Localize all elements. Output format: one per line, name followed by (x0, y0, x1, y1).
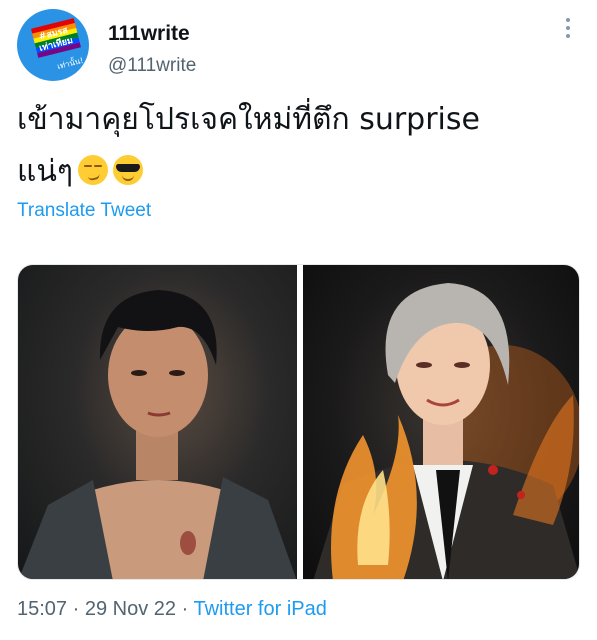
user-handle[interactable]: @111write (108, 55, 196, 77)
media-grid (17, 264, 580, 580)
avatar-subtext: เท่านั้น! (56, 55, 85, 72)
tweet-text-line-2: แน่ๆ (17, 146, 577, 198)
tweet-date[interactable]: 29 Nov 22 (85, 598, 176, 620)
translate-tweet-link[interactable]: Translate Tweet (17, 200, 151, 222)
tweet-time[interactable]: 15:07 (17, 598, 67, 620)
display-name[interactable]: 111write (108, 22, 190, 46)
sunglasses-face-icon (112, 155, 143, 185)
tweet-image-2[interactable] (303, 265, 579, 579)
tweet-text-line-1: เข้ามาคุยโปรเจคใหม่ที่ตึก surprise (17, 102, 480, 137)
tweet-image-1[interactable] (18, 265, 297, 579)
more-options-icon[interactable] (564, 18, 572, 44)
separator: · (72, 598, 80, 620)
separator: · (181, 598, 189, 620)
smirking-face-icon (77, 155, 108, 185)
tweet-timestamp: 15:07 · 29 Nov 22 · Twitter for iPad (17, 598, 327, 621)
tweet-text: เข้ามาคุยโปรเจคใหม่ที่ตึก surprise แน่ๆ (17, 94, 577, 198)
source-app-link[interactable]: Twitter for iPad (193, 598, 326, 620)
avatar[interactable]: #สมรส เท่าเทียม เท่านั้น! (17, 9, 89, 81)
